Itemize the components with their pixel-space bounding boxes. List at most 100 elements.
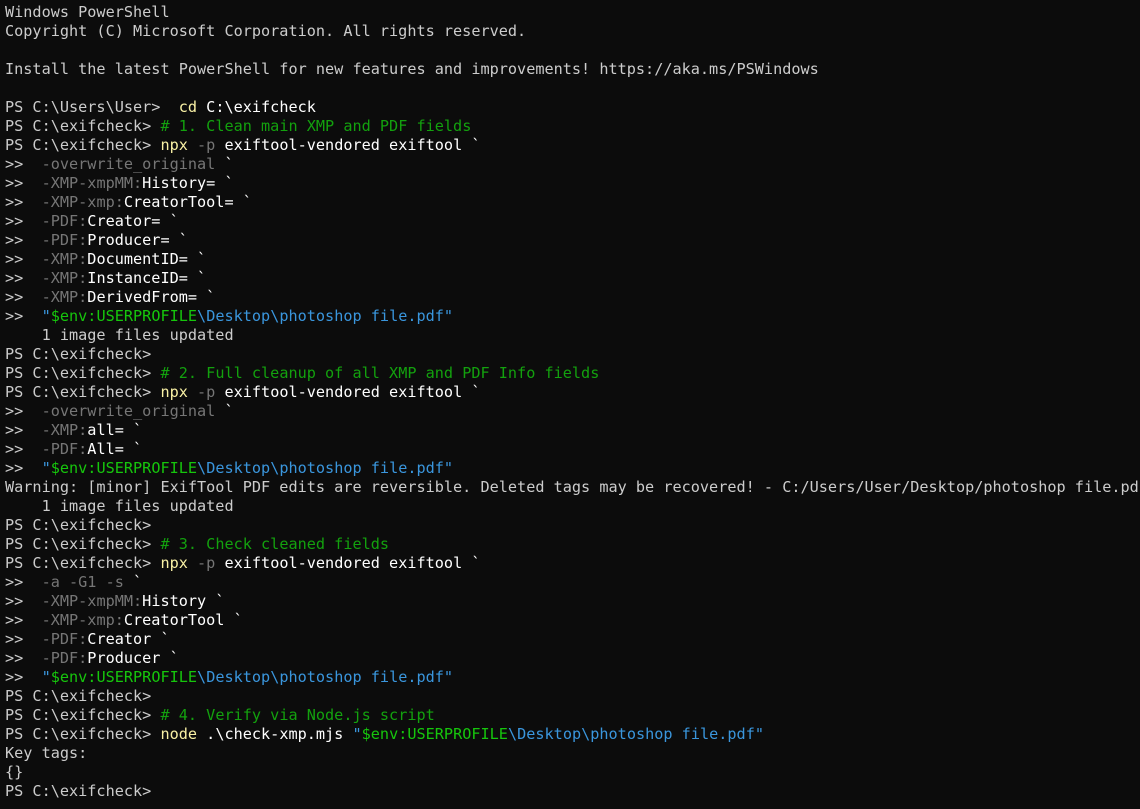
prompt-text: >> [5,174,42,192]
string-literal: \Desktop\photoshop file.pdf" [197,459,454,477]
terminal-line: 1 image files updated [5,497,1140,516]
terminal-line: >> -PDF:Producer ` [5,649,1140,668]
prompt-text: >> [5,402,42,420]
terminal-line: PS C:\exifcheck> npx -p exiftool-vendore… [5,554,1140,573]
argument-text: CreatorTool= [123,193,234,211]
argument-text: ` [123,421,143,439]
argument-text: ` [160,649,179,667]
terminal-line: >> -a -G1 -s ` [5,573,1140,592]
parameter-text: -XMP: [41,421,88,439]
string-literal: " [41,459,51,477]
terminal-line: >> -XMP:InstanceID= ` [5,269,1140,288]
string-literal: \Desktop\photoshop file.pdf" [197,668,454,686]
argument-text: ` [215,174,234,192]
env-variable: $env:USERPROFILE [361,725,508,743]
parameter-text: -p [187,136,216,154]
terminal-line: PS C:\exifcheck> [5,345,1140,364]
comment-text: # 3. Check cleaned fields [160,535,390,553]
parameter-text: -PDF: [41,649,88,667]
terminal-line: PS C:\exifcheck> [5,782,1140,801]
comment-text: # 4. Verify via Node.js script [160,706,435,724]
argument-text: ` [197,288,216,306]
command-name: npx [160,136,188,154]
terminal-line: PS C:\exifcheck> # 4. Verify via Node.js… [5,706,1140,725]
argument-text: ` [187,250,207,268]
parameter-text: -XMP-xmp: [41,193,124,211]
prompt-text: >> [5,421,42,439]
argument-text: InstanceID= [87,269,188,287]
argument-text: exiftool-vendored exiftool ` [215,136,481,154]
prompt-text: PS C:\exifcheck> [5,345,152,363]
output-text: {} [5,763,24,781]
terminal-line: >> "$env:USERPROFILE\Desktop\photoshop f… [5,459,1140,478]
output-text: Windows PowerShell [5,3,170,21]
prompt-text: >> [5,649,42,667]
terminal-line: PS C:\exifcheck> npx -p exiftool-vendore… [5,383,1140,402]
terminal-line: >> -overwrite_original ` [5,402,1140,421]
powershell-terminal[interactable]: Windows PowerShell Copyright (C) Microsof… [0,0,1140,809]
terminal-line: >> -XMP-xmpMM:History= ` [5,174,1140,193]
parameter-text: -XMP-xmp: [41,611,124,629]
output-text: Install the latest PowerShell for new fe… [5,60,819,78]
parameter-text: -PDF: [41,440,88,458]
argument-text: ` [206,592,225,610]
argument-text: All= [87,440,124,458]
terminal-line: PS C:\exifcheck> node .\check-xmp.mjs "$… [5,725,1140,744]
output-text: 1 image files updated [5,497,234,515]
terminal-line: {} [5,763,1140,782]
argument-text: Creator= [87,212,161,230]
argument-text: Producer [87,649,161,667]
command-name: node [160,725,198,743]
argument-text: C:\exifcheck [197,98,316,116]
parameter-text: -p [187,554,216,572]
parameter-text: -XMP-xmpMM: [41,592,143,610]
argument-text: DocumentID= [87,250,188,268]
prompt-text: PS C:\exifcheck> [5,706,161,724]
string-literal: " [41,307,51,325]
prompt-text: >> [5,668,42,686]
prompt-text: >> [5,440,42,458]
string-literal: " [41,668,51,686]
argument-text: ` [169,231,188,249]
terminal-line: >> -XMP:DocumentID= ` [5,250,1140,269]
parameter-text: -PDF: [41,630,88,648]
env-variable: $env:USERPROFILE [50,668,198,686]
terminal-line: >> -PDF:Creator= ` [5,212,1140,231]
terminal-line: >> -PDF:Creator ` [5,630,1140,649]
output-text: Key tags: [5,744,88,762]
prompt-text: >> [5,592,42,610]
argument-text: ` [123,573,143,591]
terminal-line: PS C:\exifcheck> # 2. Full cleanup of al… [5,364,1140,383]
terminal-line: >> -XMP:DerivedFrom= ` [5,288,1140,307]
prompt-text: PS C:\exifcheck> [5,725,161,743]
terminal-line: Install the latest PowerShell for new fe… [5,60,1140,79]
argument-text: all= [87,421,124,439]
prompt-text: PS C:\exifcheck> [5,117,161,135]
parameter-text: -PDF: [41,212,88,230]
terminal-line: >> "$env:USERPROFILE\Desktop\photoshop f… [5,307,1140,326]
argument-text: ` [187,269,207,287]
prompt-text: >> [5,193,42,211]
argument-text: CreatorTool [123,611,225,629]
prompt-text: PS C:\exifcheck> [5,364,161,382]
prompt-text: >> [5,459,42,477]
argument-text: Producer= [87,231,170,249]
prompt-text: >> [5,288,42,306]
command-name: npx [160,383,188,401]
terminal-line: PS C:\Users\User> cd C:\exifcheck [5,98,1140,117]
terminal-line: >> "$env:USERPROFILE\Desktop\photoshop f… [5,668,1140,687]
terminal-line: Copyright (C) Microsoft Corporation. All… [5,22,1140,41]
string-literal: \Desktop\photoshop file.pdf" [507,725,764,743]
terminal-line: >> -XMP-xmpMM:History ` [5,592,1140,611]
prompt-text: PS C:\exifcheck> [5,782,152,800]
argument-text: .\check-xmp.mjs [197,725,353,743]
prompt-text: PS C:\exifcheck> [5,535,161,553]
terminal-line: PS C:\exifcheck> # 1. Clean main XMP and… [5,117,1140,136]
prompt-text: >> [5,307,42,325]
parameter-text: -XMP: [41,269,88,287]
argument-text: History [142,592,207,610]
terminal-line: >> -XMP:all= ` [5,421,1140,440]
prompt-text: PS C:\exifcheck> [5,554,161,572]
terminal-line: 1 image files updated [5,326,1140,345]
terminal-line: >> -XMP-xmp:CreatorTool ` [5,611,1140,630]
